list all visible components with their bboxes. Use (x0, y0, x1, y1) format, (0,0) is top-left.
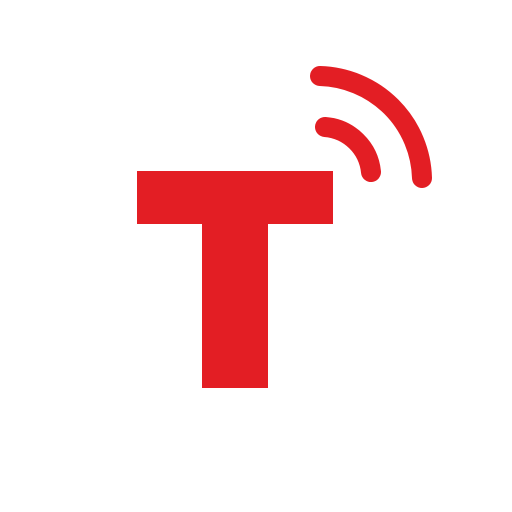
logo-letter-t (137, 171, 333, 388)
app-logo (0, 0, 512, 512)
signal-t-logo-icon (137, 66, 432, 388)
wireless-signal-icon (310, 66, 432, 188)
t-stem (202, 171, 268, 388)
signal-arc-inner (315, 117, 381, 182)
